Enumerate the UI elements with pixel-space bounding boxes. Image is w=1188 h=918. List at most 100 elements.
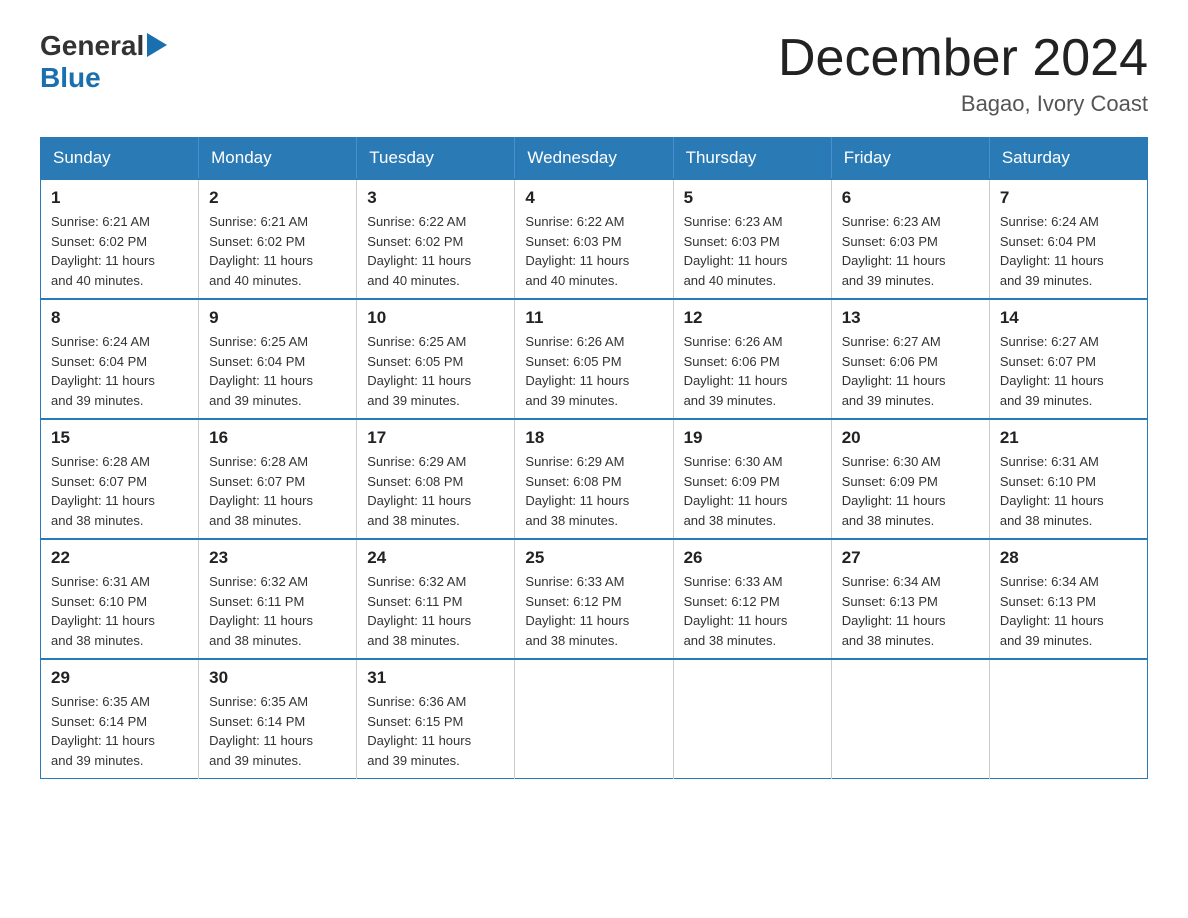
day-number: 23 [209,548,346,568]
table-row: 17 Sunrise: 6:29 AMSunset: 6:08 PMDaylig… [357,419,515,539]
table-row: 21 Sunrise: 6:31 AMSunset: 6:10 PMDaylig… [989,419,1147,539]
header-thursday: Thursday [673,138,831,180]
table-row: 29 Sunrise: 6:35 AMSunset: 6:14 PMDaylig… [41,659,199,779]
day-info: Sunrise: 6:24 AMSunset: 6:04 PMDaylight:… [1000,214,1104,288]
day-info: Sunrise: 6:25 AMSunset: 6:05 PMDaylight:… [367,334,471,408]
table-row [515,659,673,779]
day-info: Sunrise: 6:35 AMSunset: 6:14 PMDaylight:… [209,694,313,768]
day-number: 22 [51,548,188,568]
table-row: 5 Sunrise: 6:23 AMSunset: 6:03 PMDayligh… [673,179,831,299]
month-title: December 2024 [778,30,1148,87]
day-info: Sunrise: 6:26 AMSunset: 6:05 PMDaylight:… [525,334,629,408]
table-row: 24 Sunrise: 6:32 AMSunset: 6:11 PMDaylig… [357,539,515,659]
day-info: Sunrise: 6:22 AMSunset: 6:02 PMDaylight:… [367,214,471,288]
day-info: Sunrise: 6:26 AMSunset: 6:06 PMDaylight:… [684,334,788,408]
day-info: Sunrise: 6:32 AMSunset: 6:11 PMDaylight:… [367,574,471,648]
calendar-week-row: 22 Sunrise: 6:31 AMSunset: 6:10 PMDaylig… [41,539,1148,659]
table-row: 13 Sunrise: 6:27 AMSunset: 6:06 PMDaylig… [831,299,989,419]
calendar-week-row: 29 Sunrise: 6:35 AMSunset: 6:14 PMDaylig… [41,659,1148,779]
table-row: 20 Sunrise: 6:30 AMSunset: 6:09 PMDaylig… [831,419,989,539]
calendar-table: Sunday Monday Tuesday Wednesday Thursday… [40,137,1148,779]
day-number: 27 [842,548,979,568]
table-row: 9 Sunrise: 6:25 AMSunset: 6:04 PMDayligh… [199,299,357,419]
table-row: 18 Sunrise: 6:29 AMSunset: 6:08 PMDaylig… [515,419,673,539]
day-info: Sunrise: 6:35 AMSunset: 6:14 PMDaylight:… [51,694,155,768]
table-row: 27 Sunrise: 6:34 AMSunset: 6:13 PMDaylig… [831,539,989,659]
day-info: Sunrise: 6:22 AMSunset: 6:03 PMDaylight:… [525,214,629,288]
table-row: 30 Sunrise: 6:35 AMSunset: 6:14 PMDaylig… [199,659,357,779]
day-number: 17 [367,428,504,448]
calendar-header-row: Sunday Monday Tuesday Wednesday Thursday… [41,138,1148,180]
day-info: Sunrise: 6:28 AMSunset: 6:07 PMDaylight:… [209,454,313,528]
logo-blue-text: Blue [40,62,101,93]
day-number: 18 [525,428,662,448]
calendar-week-row: 1 Sunrise: 6:21 AMSunset: 6:02 PMDayligh… [41,179,1148,299]
table-row: 8 Sunrise: 6:24 AMSunset: 6:04 PMDayligh… [41,299,199,419]
day-number: 31 [367,668,504,688]
day-number: 19 [684,428,821,448]
table-row: 10 Sunrise: 6:25 AMSunset: 6:05 PMDaylig… [357,299,515,419]
day-info: Sunrise: 6:29 AMSunset: 6:08 PMDaylight:… [525,454,629,528]
page-header: General Blue December 2024 Bagao, Ivory … [40,30,1148,117]
day-number: 3 [367,188,504,208]
table-row: 28 Sunrise: 6:34 AMSunset: 6:13 PMDaylig… [989,539,1147,659]
day-info: Sunrise: 6:25 AMSunset: 6:04 PMDaylight:… [209,334,313,408]
header-tuesday: Tuesday [357,138,515,180]
day-number: 13 [842,308,979,328]
day-info: Sunrise: 6:21 AMSunset: 6:02 PMDaylight:… [209,214,313,288]
day-info: Sunrise: 6:28 AMSunset: 6:07 PMDaylight:… [51,454,155,528]
day-number: 9 [209,308,346,328]
table-row: 6 Sunrise: 6:23 AMSunset: 6:03 PMDayligh… [831,179,989,299]
header-friday: Friday [831,138,989,180]
day-number: 5 [684,188,821,208]
day-info: Sunrise: 6:23 AMSunset: 6:03 PMDaylight:… [684,214,788,288]
table-row: 4 Sunrise: 6:22 AMSunset: 6:03 PMDayligh… [515,179,673,299]
header-saturday: Saturday [989,138,1147,180]
day-number: 8 [51,308,188,328]
table-row [989,659,1147,779]
logo-triangle-icon [147,33,167,57]
table-row: 11 Sunrise: 6:26 AMSunset: 6:05 PMDaylig… [515,299,673,419]
header-wednesday: Wednesday [515,138,673,180]
day-number: 24 [367,548,504,568]
day-info: Sunrise: 6:23 AMSunset: 6:03 PMDaylight:… [842,214,946,288]
table-row: 19 Sunrise: 6:30 AMSunset: 6:09 PMDaylig… [673,419,831,539]
table-row [831,659,989,779]
day-info: Sunrise: 6:29 AMSunset: 6:08 PMDaylight:… [367,454,471,528]
day-number: 25 [525,548,662,568]
table-row: 1 Sunrise: 6:21 AMSunset: 6:02 PMDayligh… [41,179,199,299]
day-info: Sunrise: 6:32 AMSunset: 6:11 PMDaylight:… [209,574,313,648]
table-row: 14 Sunrise: 6:27 AMSunset: 6:07 PMDaylig… [989,299,1147,419]
day-number: 30 [209,668,346,688]
day-number: 29 [51,668,188,688]
day-info: Sunrise: 6:33 AMSunset: 6:12 PMDaylight:… [684,574,788,648]
day-number: 21 [1000,428,1137,448]
day-number: 4 [525,188,662,208]
day-number: 14 [1000,308,1137,328]
table-row [673,659,831,779]
day-info: Sunrise: 6:24 AMSunset: 6:04 PMDaylight:… [51,334,155,408]
day-number: 1 [51,188,188,208]
day-number: 6 [842,188,979,208]
day-info: Sunrise: 6:30 AMSunset: 6:09 PMDaylight:… [684,454,788,528]
day-info: Sunrise: 6:31 AMSunset: 6:10 PMDaylight:… [51,574,155,648]
day-number: 10 [367,308,504,328]
day-number: 26 [684,548,821,568]
table-row: 22 Sunrise: 6:31 AMSunset: 6:10 PMDaylig… [41,539,199,659]
table-row: 2 Sunrise: 6:21 AMSunset: 6:02 PMDayligh… [199,179,357,299]
calendar-week-row: 8 Sunrise: 6:24 AMSunset: 6:04 PMDayligh… [41,299,1148,419]
logo: General Blue [40,30,167,94]
table-row: 26 Sunrise: 6:33 AMSunset: 6:12 PMDaylig… [673,539,831,659]
day-info: Sunrise: 6:36 AMSunset: 6:15 PMDaylight:… [367,694,471,768]
title-section: December 2024 Bagao, Ivory Coast [778,30,1148,117]
calendar-week-row: 15 Sunrise: 6:28 AMSunset: 6:07 PMDaylig… [41,419,1148,539]
day-info: Sunrise: 6:34 AMSunset: 6:13 PMDaylight:… [1000,574,1104,648]
day-info: Sunrise: 6:21 AMSunset: 6:02 PMDaylight:… [51,214,155,288]
day-info: Sunrise: 6:34 AMSunset: 6:13 PMDaylight:… [842,574,946,648]
day-number: 20 [842,428,979,448]
table-row: 12 Sunrise: 6:26 AMSunset: 6:06 PMDaylig… [673,299,831,419]
day-number: 28 [1000,548,1137,568]
day-number: 12 [684,308,821,328]
day-number: 16 [209,428,346,448]
day-number: 15 [51,428,188,448]
